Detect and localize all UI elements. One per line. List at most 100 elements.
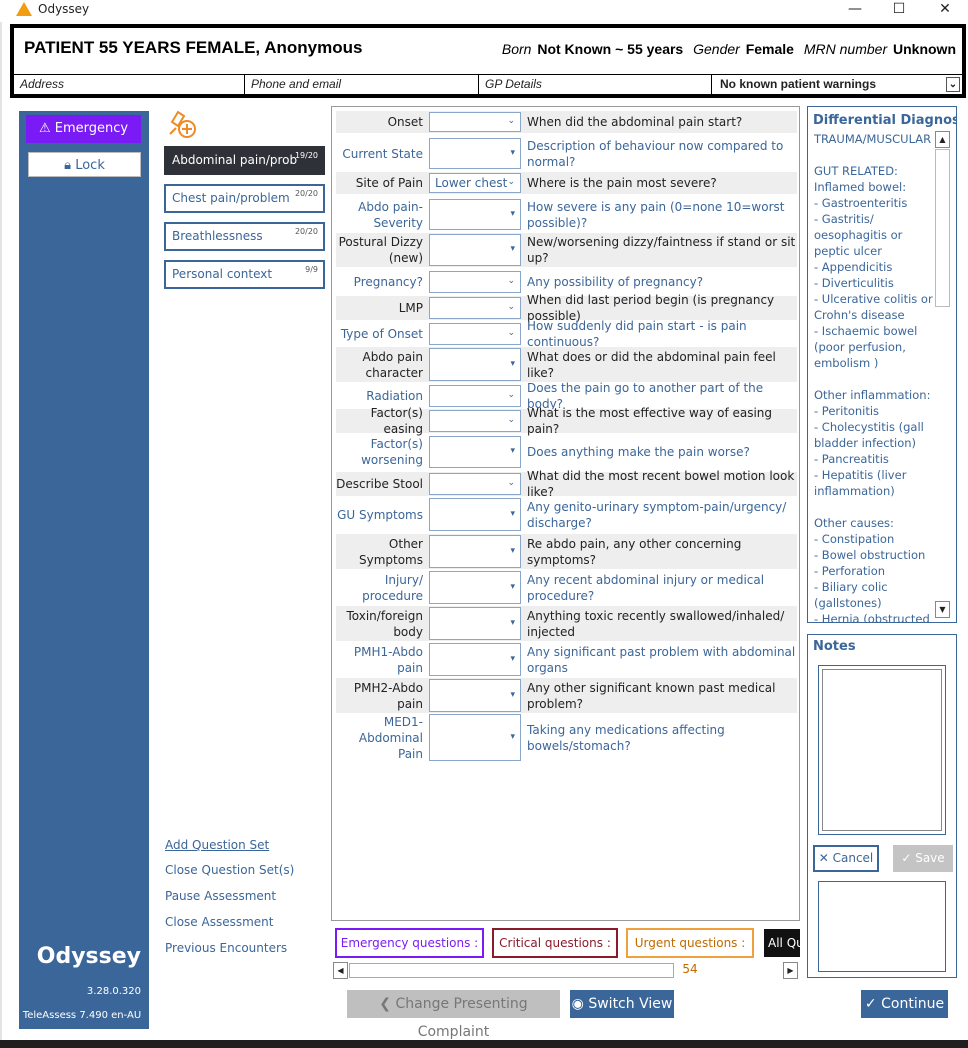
question-set-tab-personal-context[interactable]: Personal context 9/9	[164, 260, 325, 289]
scroll-thumb[interactable]	[935, 149, 950, 307]
critical-questions-counter[interactable]: Critical questions : 42	[492, 928, 618, 976]
pause-assessment-link[interactable]: Pause Assessment	[165, 889, 276, 903]
phone-email-field[interactable]: Phone and email	[245, 75, 479, 95]
question-label: Onset	[387, 115, 423, 129]
question-dropdown[interactable]: ▾	[429, 714, 521, 761]
question-set-count: 9/9	[305, 265, 318, 274]
question-label: Pregnancy?	[353, 275, 423, 289]
minimize-button[interactable]: —	[832, 0, 878, 22]
ddx-item: Crohn's disease	[814, 308, 905, 322]
chevron-down-icon: ▾	[510, 508, 515, 519]
ddx-item: Other causes:	[814, 516, 894, 530]
cancel-button[interactable]: ✕ Cancel	[813, 845, 879, 872]
ddx-item: - Pancreatitis	[814, 452, 889, 466]
save-label: Save	[915, 851, 945, 865]
question-text: Re abdo pain, any other concerning sympt…	[527, 536, 742, 567]
question-label: Describe Stool	[336, 477, 423, 491]
question-text: What does or did the abdominal pain feel…	[527, 349, 776, 380]
question-text: Any possibility of pregnancy?	[527, 275, 704, 289]
question-dropdown[interactable]: ▾	[429, 436, 521, 468]
question-row: Current State ▾ Description of behaviour n…	[336, 137, 797, 170]
urgent-questions-counter[interactable]: Urgent questions : 54	[626, 928, 754, 976]
scroll-thumb[interactable]	[349, 963, 674, 978]
ddx-scrollbar[interactable]: ▲ ▼	[934, 131, 951, 619]
gp-details-field[interactable]: GP Details	[479, 75, 712, 95]
question-dropdown[interactable]: ▾	[429, 679, 521, 712]
question-dropdown[interactable]: ▾	[429, 138, 521, 169]
question-text: Any recent abdominal injury or medical p…	[527, 572, 765, 603]
question-dropdown[interactable]: ⌄	[429, 385, 521, 407]
emergency-button[interactable]: ⚠ Emergency	[26, 115, 141, 143]
question-dropdown[interactable]: ▾	[429, 199, 521, 230]
patient-warnings-text: No known patient warnings	[720, 77, 877, 91]
question-dropdown[interactable]: ⌄	[429, 323, 521, 345]
question-dropdown[interactable]: ⌄	[429, 271, 521, 293]
chevron-down-icon: ▾	[510, 446, 515, 456]
question-label: Current State	[342, 146, 423, 161]
ddx-item: GUT RELATED:	[814, 164, 898, 178]
ddx-item: (gallstones)	[814, 596, 882, 610]
question-dropdown[interactable]: ⌄	[429, 297, 521, 319]
question-dropdown[interactable]: ⌄	[429, 112, 521, 132]
chevron-down-icon: ⌄	[507, 328, 515, 338]
save-button[interactable]: ✓ Save	[893, 845, 953, 872]
question-row: Factor(s) easing ⌄ What is the most effect…	[336, 406, 797, 436]
question-label: PMH1-Abdo pain	[353, 644, 423, 675]
question-dropdown[interactable]: ▾	[429, 571, 521, 604]
change-presenting-complaint-button[interactable]: ❮ Change Presenting Complaint	[347, 990, 560, 1040]
question-set-label: Abdominal pain/prob	[172, 153, 298, 167]
odyssey-logo-icon	[16, 2, 32, 16]
question-label: Abdo pain-Severity	[358, 199, 423, 230]
question-dropdown[interactable]: ▾	[429, 607, 521, 640]
question-set-tab-breathlessness[interactable]: Breathlessness 20/20	[164, 222, 325, 251]
scroll-right-icon[interactable]: ▶	[783, 962, 798, 979]
question-text: Any other significant known past medical…	[527, 680, 776, 711]
question-dropdown[interactable]: ▾	[429, 643, 521, 676]
ddx-item: - Constipation	[814, 532, 895, 546]
maximize-button[interactable]: ☐	[876, 0, 922, 22]
ddx-item: Inflamed bowel:	[814, 180, 907, 194]
address-field[interactable]: Address	[14, 75, 245, 95]
question-dropdown[interactable]: ▾	[429, 498, 521, 531]
question-dropdown[interactable]: ▾	[429, 535, 521, 568]
switch-view-button[interactable]: ◉ Switch View	[570, 990, 674, 1018]
add-question-set-icon[interactable]	[166, 108, 198, 140]
question-set-tab-chest-pain[interactable]: Chest pain/problem 20/20	[164, 184, 325, 213]
question-dropdown[interactable]: ▾	[429, 348, 521, 381]
switch-label: Switch View	[588, 996, 673, 1012]
question-row: Other Symptoms ▾ Re abdo pain, any other c…	[336, 534, 797, 569]
scroll-up-icon[interactable]: ▲	[935, 131, 950, 148]
continue-button[interactable]: ✓ Continue	[861, 990, 948, 1018]
question-label: Abdo pain character	[362, 349, 423, 380]
question-set-tab-abdominal-pain[interactable]: Abdominal pain/prob 19/20	[164, 146, 325, 175]
question-text: Anything toxic recently swallowed/inhale…	[527, 608, 785, 639]
question-dropdown[interactable]: ⌄	[429, 410, 521, 432]
horizontal-scrollbar[interactable]: ◀ ▶	[331, 962, 800, 979]
close-assessment-link[interactable]: Close Assessment	[165, 915, 274, 929]
differential-diagnosis-title: Differential Diagnosis	[813, 113, 957, 128]
emergency-questions-counter[interactable]: Emergency questions : 16	[335, 928, 484, 976]
question-dropdown[interactable]: Lower chest ⌄	[429, 173, 521, 193]
lock-label: Lock	[75, 158, 105, 173]
close-window-button[interactable]: ✕	[922, 0, 968, 22]
ddx-item: - Cholecystitis (gall	[814, 420, 924, 434]
ddx-item: - Diverticulitis	[814, 276, 894, 290]
teleassess-version: TeleAssess 7.490 en-AU	[22, 1010, 142, 1021]
question-row: MED1-Abdominal Pain ▾ Taking any medicatio…	[336, 713, 797, 762]
previous-encounters-link[interactable]: Previous Encounters	[165, 941, 287, 955]
check-icon: ✓	[864, 996, 882, 1012]
notes-textarea[interactable]	[818, 665, 946, 835]
lock-button[interactable]: 🔒︎ Lock	[28, 152, 141, 177]
close-question-set-link[interactable]: Close Question Set(s)	[165, 863, 294, 877]
question-set-label: Breathlessness	[172, 229, 263, 243]
chevron-down-icon[interactable]: ⌄	[946, 77, 960, 92]
scroll-left-icon[interactable]: ◀	[333, 962, 348, 979]
notes-input[interactable]	[822, 669, 942, 831]
scroll-down-icon[interactable]: ▼	[935, 601, 950, 618]
add-question-set-link[interactable]: Add Question Set	[165, 838, 269, 852]
patient-warnings[interactable]: No known patient warnings ⌄	[712, 75, 962, 95]
question-dropdown[interactable]: ⌄	[429, 473, 521, 495]
chevron-down-icon: ⌄	[507, 302, 515, 312]
question-dropdown[interactable]: ▾	[429, 234, 521, 266]
all-questions-counter[interactable]: All Questions	[764, 929, 800, 957]
